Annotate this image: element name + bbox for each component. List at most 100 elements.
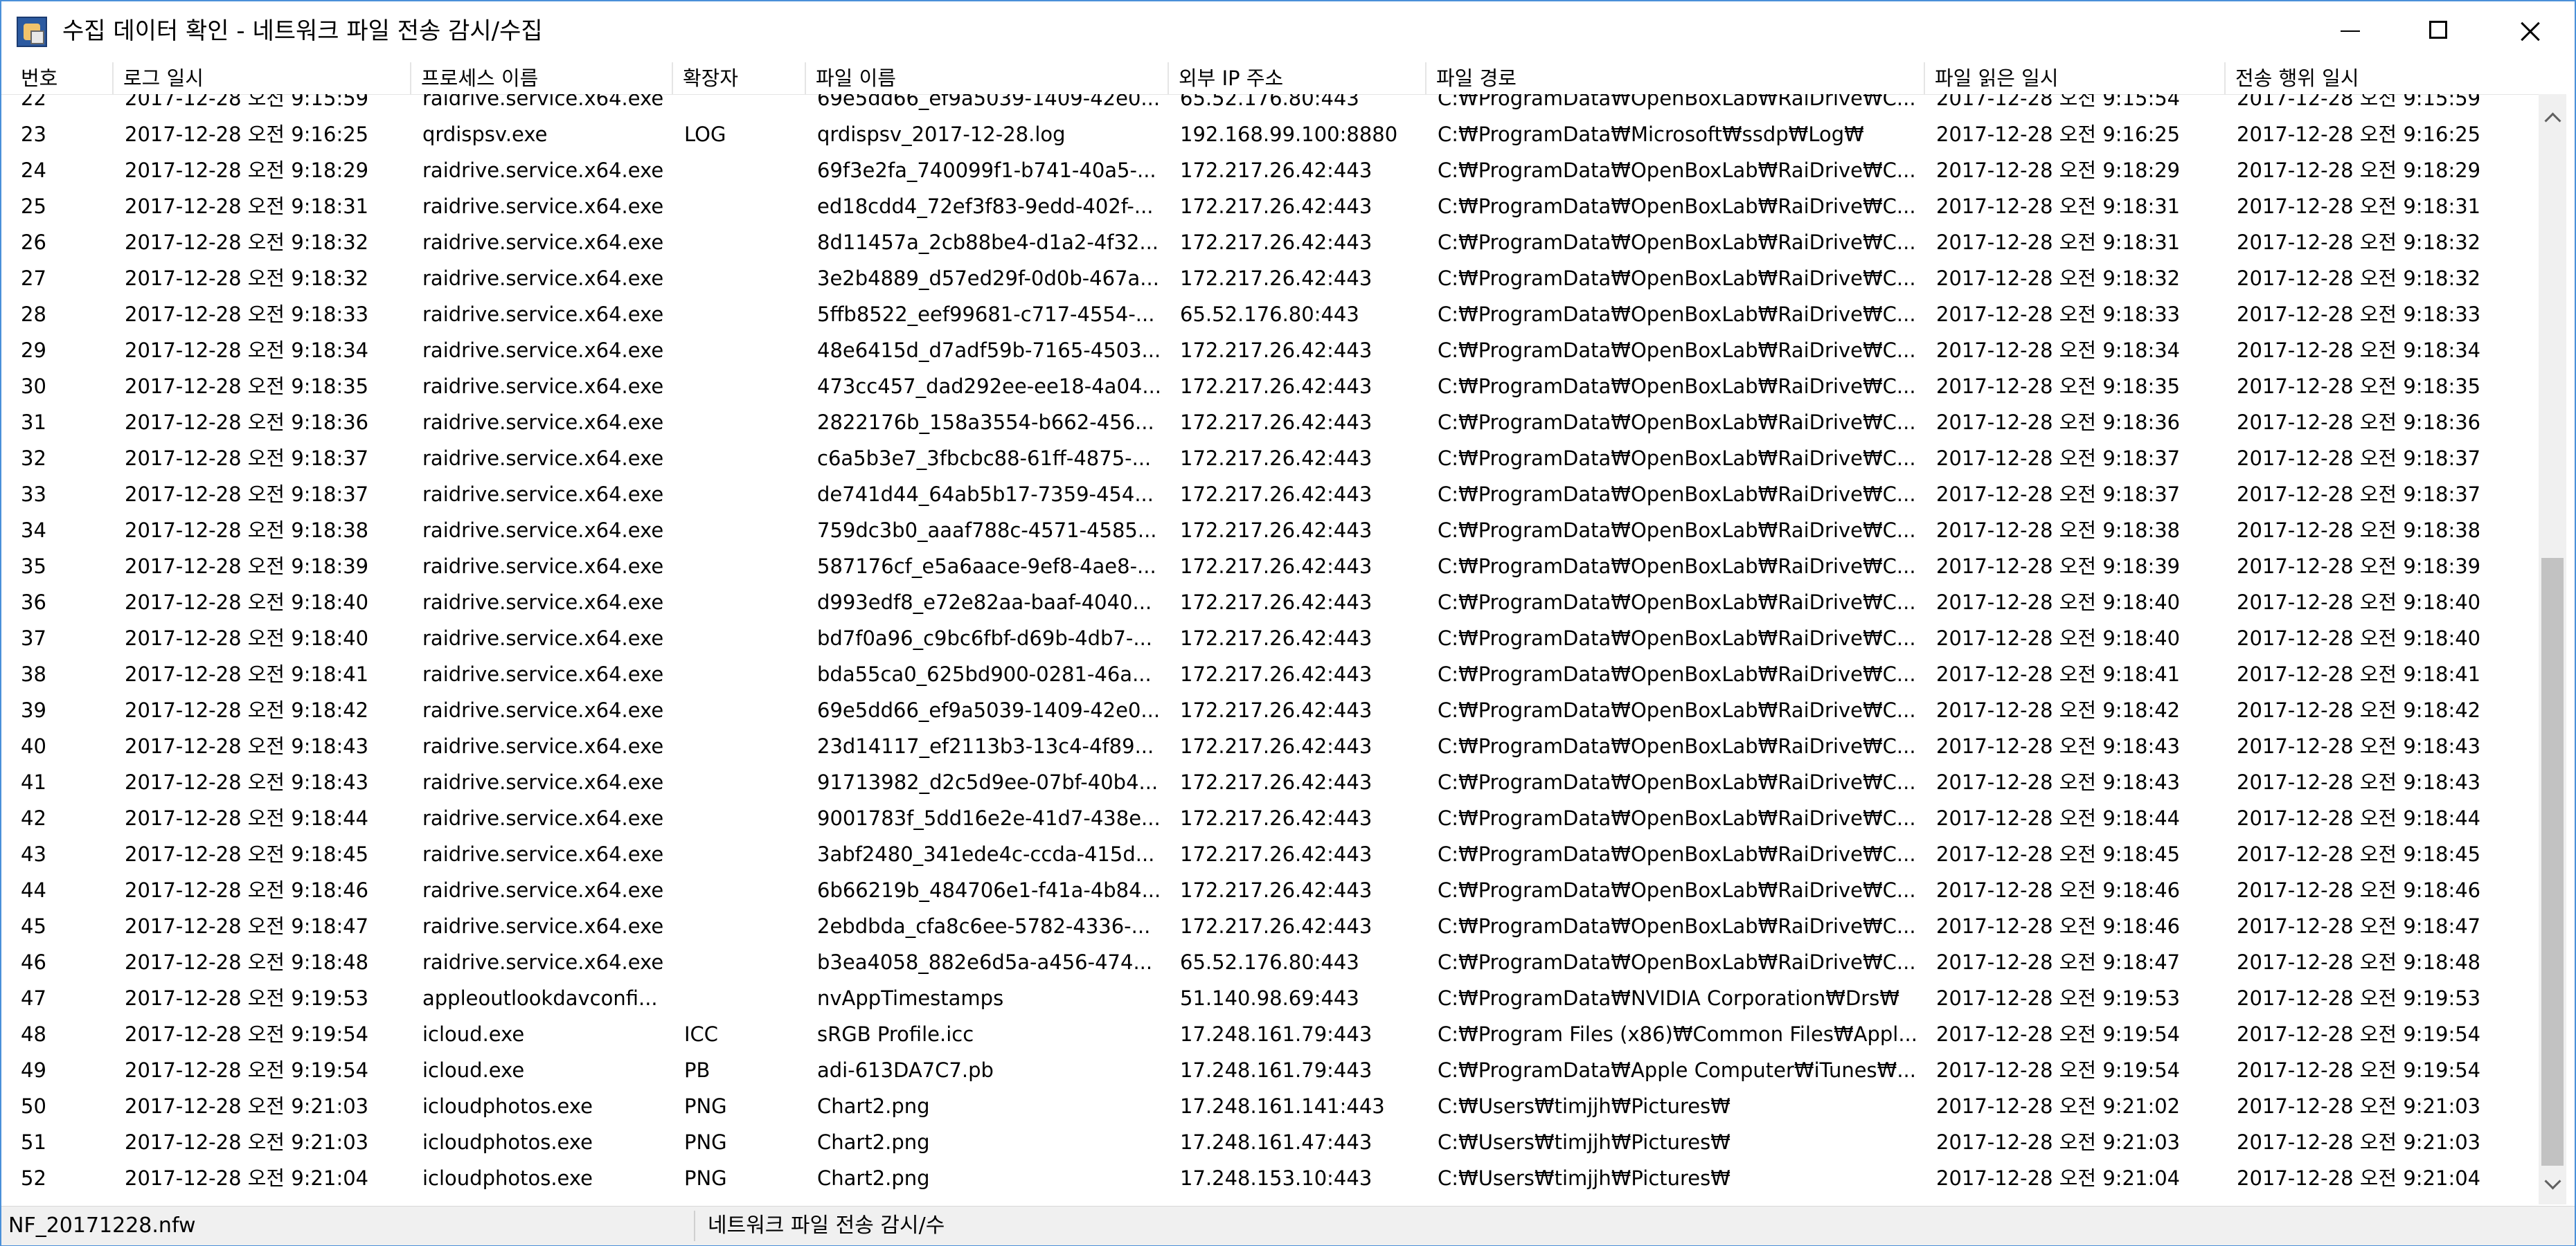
cell-file-name: ed18cdd4_72ef3f83-9edd-402f-... [817, 195, 1154, 218]
cell-number: 33 [21, 482, 46, 506]
cell-transfer-time: 2017-12-28 오전 9:18:33 [2237, 303, 2481, 326]
column-header-process-name[interactable]: 프로세스 이름 [411, 62, 673, 94]
cell-external-ip: 172.217.26.42:443 [1180, 878, 1372, 902]
cell-number: 29 [21, 338, 46, 362]
scroll-up-icon[interactable] [2539, 104, 2566, 134]
cell-extension: PNG [684, 1094, 727, 1118]
cell-transfer-time: 2017-12-28 오전 9:21:03 [2237, 1094, 2481, 1118]
cell-extension [673, 512, 806, 548]
table-row[interactable]: 35 2017-12-28 오전 9:18:39 raidrive.service.… [1, 548, 2539, 584]
cell-external-ip: 172.217.26.42:443 [1180, 626, 1372, 650]
table-row[interactable]: 36 2017-12-28 오전 9:18:40 raidrive.service.… [1, 584, 2539, 620]
cell-extension [673, 548, 806, 584]
table-row[interactable]: 33 2017-12-28 오전 9:18:37 raidrive.service.… [1, 476, 2539, 512]
table-row[interactable]: 30 2017-12-28 오전 9:18:35 raidrive.service.… [1, 368, 2539, 404]
cell-log-time: 2017-12-28 오전 9:18:47 [125, 914, 369, 938]
table-row[interactable]: 38 2017-12-28 오전 9:18:41 raidrive.service.… [1, 656, 2539, 692]
table-row[interactable]: 42 2017-12-28 오전 9:18:44 raidrive.service.… [1, 800, 2539, 836]
cell-extension [673, 872, 806, 908]
table-row[interactable]: 28 2017-12-28 오전 9:18:33 raidrive.service.… [1, 296, 2539, 332]
column-header-extension[interactable]: 확장자 [673, 62, 806, 94]
column-header-row: 번호 로그 일시 프로세스 이름 확장자 파일 이름 외부 IP 주소 파일 경… [1, 62, 2539, 95]
cell-file-path: C:₩ProgramData₩OpenBoxLab₩RaiDrive₩C... [1438, 482, 1916, 506]
cell-log-time: 2017-12-28 오전 9:18:34 [125, 338, 369, 362]
cell-process-name: raidrive.service.x64.exe [422, 914, 664, 938]
cell-process-name: raidrive.service.x64.exe [422, 231, 664, 254]
cell-file-read-time: 2017-12-28 오전 9:18:45 [1936, 842, 2181, 866]
cell-file-name: 759dc3b0_aaaf788c-4571-4585... [817, 518, 1157, 542]
table-row[interactable]: 45 2017-12-28 오전 9:18:47 raidrive.service.… [1, 908, 2539, 944]
cell-transfer-time: 2017-12-28 오전 9:18:47 [2237, 914, 2481, 938]
table-row[interactable]: 40 2017-12-28 오전 9:18:43 raidrive.service.… [1, 728, 2539, 764]
table-row[interactable]: 52 2017-12-28 오전 9:21:04 icloudphotos.exe P… [1, 1160, 2539, 1196]
cell-process-name: appleoutlookdavconfi... [422, 986, 658, 1010]
table-row[interactable]: 43 2017-12-28 오전 9:18:45 raidrive.service.… [1, 836, 2539, 872]
cell-file-name: 3e2b4889_d57ed29f-0d0b-467a... [817, 267, 1159, 290]
table-row[interactable]: 51 2017-12-28 오전 9:21:03 icloudphotos.exe P… [1, 1124, 2539, 1160]
cell-file-name: 9001783f_5dd16e2e-41d7-438e... [817, 806, 1161, 830]
table-row[interactable]: 26 2017-12-28 오전 9:18:32 raidrive.service.… [1, 224, 2539, 260]
cell-number: 40 [21, 734, 46, 758]
cell-number: 35 [21, 554, 46, 578]
cell-extension [673, 152, 806, 188]
cell-extension [673, 800, 806, 836]
cell-file-path: C:₩ProgramData₩OpenBoxLab₩RaiDrive₩C... [1438, 303, 1916, 326]
cell-extension [673, 836, 806, 872]
cell-log-time: 2017-12-28 오전 9:18:43 [125, 770, 369, 794]
cell-log-time: 2017-12-28 오전 9:16:25 [125, 123, 369, 146]
column-header-log-time[interactable]: 로그 일시 [114, 62, 411, 94]
cell-process-name: raidrive.service.x64.exe [422, 554, 664, 578]
cell-external-ip: 172.217.26.42:443 [1180, 734, 1372, 758]
cell-number: 47 [21, 986, 46, 1010]
cell-log-time: 2017-12-28 오전 9:21:03 [125, 1130, 369, 1154]
table-row[interactable]: 44 2017-12-28 오전 9:18:46 raidrive.service.… [1, 872, 2539, 908]
column-header-file-name[interactable]: 파일 이름 [806, 62, 1169, 94]
scroll-down-icon[interactable] [2539, 1171, 2566, 1202]
cell-extension [673, 728, 806, 764]
cell-number: 34 [21, 518, 46, 542]
close-button[interactable] [2485, 1, 2575, 61]
table-row[interactable]: 34 2017-12-28 오전 9:18:38 raidrive.service.… [1, 512, 2539, 548]
table-row[interactable]: 41 2017-12-28 오전 9:18:43 raidrive.service.… [1, 764, 2539, 800]
cell-process-name: raidrive.service.x64.exe [422, 446, 664, 470]
vertical-scrollbar[interactable] [2539, 94, 2566, 1204]
table-row[interactable]: 25 2017-12-28 오전 9:18:31 raidrive.service.… [1, 188, 2539, 224]
column-header-external-ip[interactable]: 외부 IP 주소 [1169, 62, 1426, 94]
table-row[interactable]: 39 2017-12-28 오전 9:18:42 raidrive.service.… [1, 692, 2539, 728]
cell-number: 25 [21, 195, 46, 218]
scroll-thumb[interactable] [2541, 558, 2564, 1166]
cell-number: 30 [21, 374, 46, 398]
table-row[interactable]: 32 2017-12-28 오전 9:18:37 raidrive.service.… [1, 440, 2539, 476]
table-row[interactable]: 37 2017-12-28 오전 9:18:40 raidrive.service.… [1, 620, 2539, 656]
cell-file-name: Chart2.png [817, 1094, 930, 1118]
table-row[interactable]: 46 2017-12-28 오전 9:18:48 raidrive.service.… [1, 944, 2539, 980]
cell-number: 22 [21, 94, 46, 110]
table-row[interactable]: 50 2017-12-28 오전 9:21:03 icloudphotos.exe P… [1, 1088, 2539, 1124]
column-header-number[interactable]: 번호 [10, 62, 114, 94]
table-row[interactable]: 49 2017-12-28 오전 9:19:54 icloud.exe PB adi-6… [1, 1052, 2539, 1088]
column-header-file-read-time[interactable]: 파일 읽은 일시 [1925, 62, 2226, 94]
column-header-file-path[interactable]: 파일 경로 [1426, 62, 1925, 94]
table-row[interactable]: 31 2017-12-28 오전 9:18:36 raidrive.service.… [1, 404, 2539, 440]
cell-extension: LOG [684, 123, 726, 146]
table-row[interactable]: 22 2017-12-28 오전 9:15:59 raidrive.service.… [1, 94, 2539, 116]
table-row[interactable]: 48 2017-12-28 오전 9:19:54 icloud.exe ICC sRGB… [1, 1016, 2539, 1052]
table-row[interactable]: 47 2017-12-28 오전 9:19:53 appleoutlookdavco… [1, 980, 2539, 1016]
cell-external-ip: 17.248.161.79:443 [1180, 1058, 1372, 1082]
maximize-button[interactable] [2395, 1, 2485, 61]
table-row[interactable]: 24 2017-12-28 오전 9:18:29 raidrive.service.… [1, 152, 2539, 188]
cell-external-ip: 172.217.26.42:443 [1180, 662, 1372, 686]
cell-file-path: C:₩Program Files (x86)₩Common Files₩Appl… [1438, 1022, 1917, 1046]
minimize-button[interactable] [2305, 1, 2395, 61]
title-bar[interactable]: 수집 데이터 확인 - 네트워크 파일 전송 감시/수집 [1, 1, 2575, 61]
column-header-transfer-time[interactable]: 전송 행위 일시 [2226, 62, 2539, 94]
cell-external-ip: 172.217.26.42:443 [1180, 698, 1372, 722]
table-row[interactable]: 23 2017-12-28 오전 9:16:25 qrdispsv.exe LOG qr… [1, 116, 2539, 152]
table-row[interactable]: 27 2017-12-28 오전 9:18:32 raidrive.service.… [1, 260, 2539, 296]
cell-process-name: raidrive.service.x64.exe [422, 950, 664, 974]
cell-log-time: 2017-12-28 오전 9:18:33 [125, 303, 369, 326]
cell-transfer-time: 2017-12-28 오전 9:18:31 [2237, 195, 2481, 218]
cell-file-path: C:₩ProgramData₩OpenBoxLab₩RaiDrive₩C... [1438, 590, 1916, 614]
cell-extension [673, 656, 806, 692]
table-row[interactable]: 29 2017-12-28 오전 9:18:34 raidrive.service.… [1, 332, 2539, 368]
